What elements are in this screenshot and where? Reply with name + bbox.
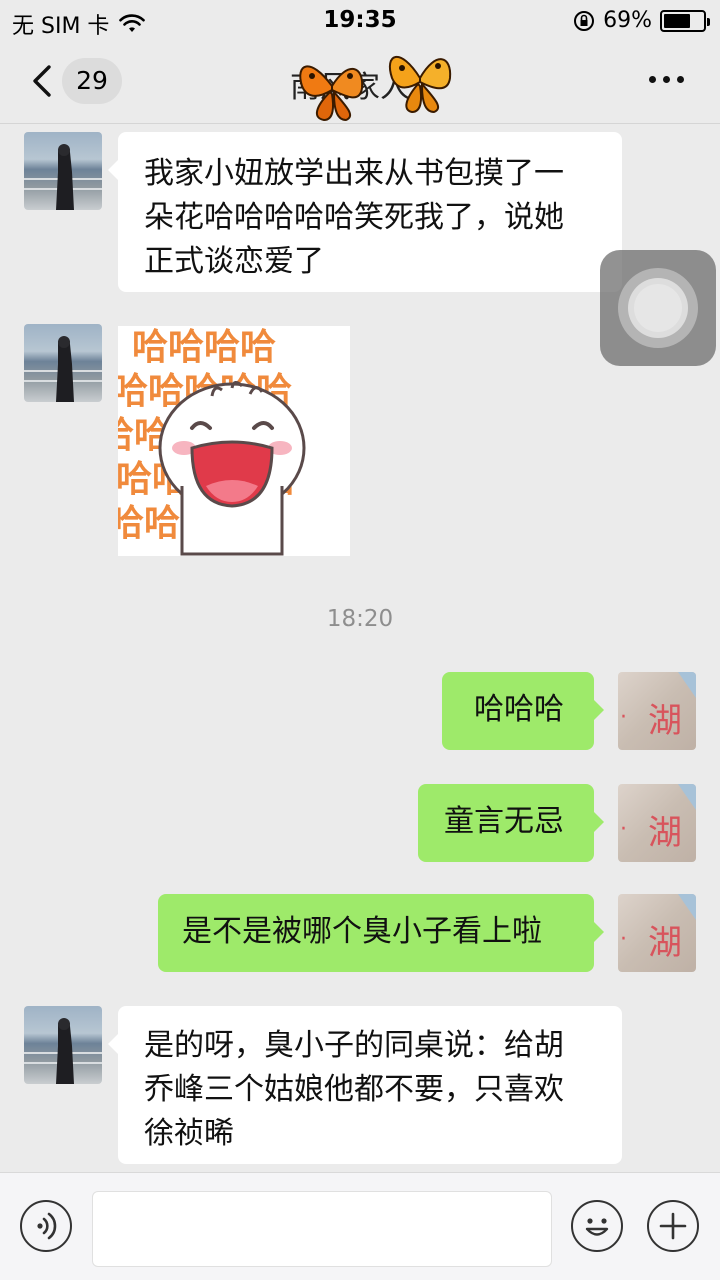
svg-text:湖: 湖	[648, 813, 682, 853]
contact-avatar[interactable]	[24, 324, 102, 402]
input-bar	[0, 1172, 720, 1280]
message-bubble-incoming[interactable]: 是的呀，臭小子的同桌说：给胡 乔峰三个姑娘他都不要，只喜欢 徐祯晞	[108, 1006, 622, 1164]
message-bubble-outgoing[interactable]: 童言无忌	[418, 784, 604, 862]
message-input[interactable]	[92, 1191, 552, 1267]
rock-photo-icon: 湖 ·	[620, 784, 696, 853]
battery-percent: 69%	[603, 8, 652, 33]
person-photo-icon	[24, 144, 102, 210]
more-options-icon[interactable]	[649, 76, 684, 83]
plus-icon[interactable]	[647, 1200, 699, 1252]
svg-text:·: ·	[620, 705, 627, 730]
laughing-face-icon	[158, 381, 306, 556]
message-line: 乔峰三个姑娘他都不要，只喜欢	[144, 1072, 564, 1107]
back-arrow-icon[interactable]	[30, 64, 54, 98]
my-avatar[interactable]: 湖 ·	[618, 784, 696, 862]
message-text: 是不是被哪个臭小子看上啦	[182, 914, 542, 949]
message-timestamp: 18:20	[326, 606, 394, 632]
message-line: 徐祯晞	[144, 1116, 234, 1151]
rock-photo-icon: 湖 ·	[620, 672, 696, 741]
person-photo-icon	[24, 1018, 102, 1084]
message-bubble-outgoing[interactable]: 哈哈哈	[442, 672, 604, 750]
message-text: 哈哈哈	[474, 692, 564, 727]
contact-avatar[interactable]	[24, 132, 102, 210]
battery-fill	[664, 13, 690, 28]
message-text: 童言无忌	[444, 804, 564, 839]
emoji-icon[interactable]	[571, 1200, 623, 1252]
status-bar: 无 SIM 卡 19:35 69%	[0, 0, 720, 40]
message-bubble-outgoing[interactable]: 是不是被哪个臭小子看上啦	[158, 894, 604, 972]
message-line: 正式谈恋爱了	[144, 244, 324, 279]
my-avatar[interactable]: 湖 ·	[618, 672, 696, 750]
message-bubble-incoming[interactable]: 我家小妞放学出来从书包摸了一 朵花哈哈哈哈哈笑死我了，说她 正式谈恋爱了	[108, 132, 622, 292]
svg-text:湖: 湖	[648, 923, 682, 963]
sticker-laughing[interactable]: 哈哈哈哈 哈哈哈哈哈 哈哈哈哈哈 哈哈哈哈哈 哈哈哈哈	[118, 326, 350, 556]
butterfly-emoji-icon	[299, 55, 452, 122]
status-right: 69%	[573, 8, 710, 33]
contact-avatar[interactable]	[24, 1006, 102, 1084]
message-line: 我家小妞放学出来从书包摸了一	[144, 156, 564, 191]
unread-count-badge[interactable]: 29	[62, 58, 122, 104]
nav-bar: 29 南风家人	[0, 40, 720, 124]
person-photo-icon	[24, 336, 102, 402]
svg-text:·: ·	[620, 927, 627, 952]
rotation-lock-icon	[574, 10, 595, 31]
voice-icon[interactable]	[20, 1200, 72, 1252]
message-line: 是的呀，臭小子的同桌说：给胡	[144, 1028, 564, 1063]
battery-icon	[660, 9, 710, 32]
svg-text:·: ·	[620, 817, 627, 842]
svg-text:湖: 湖	[648, 701, 682, 741]
my-avatar[interactable]: 湖 ·	[618, 894, 696, 972]
message-line: 朵花哈哈哈哈哈笑死我了，说她	[144, 200, 564, 235]
rock-photo-icon: 湖 ·	[620, 894, 696, 963]
assistive-touch-button[interactable]	[600, 250, 716, 366]
